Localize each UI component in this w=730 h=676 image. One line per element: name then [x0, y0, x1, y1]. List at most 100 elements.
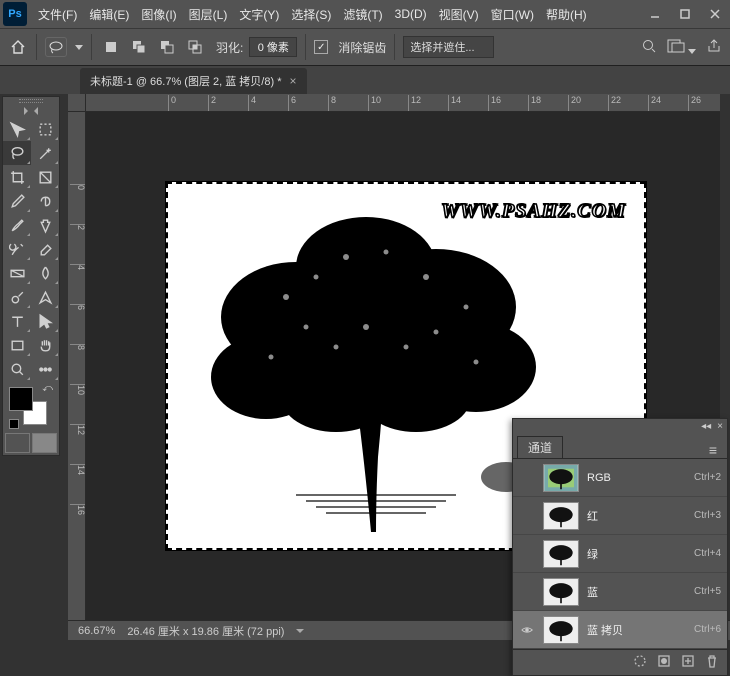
antialias-checkbox[interactable]: ✓	[314, 40, 328, 54]
default-colors-icon[interactable]	[9, 419, 19, 429]
tool-lasso[interactable]	[3, 141, 31, 165]
visibility-toggle[interactable]	[519, 622, 535, 638]
delete-channel-icon[interactable]	[705, 654, 719, 671]
swap-colors-icon[interactable]: ⤺	[42, 383, 53, 394]
tool-pen[interactable]	[31, 285, 59, 309]
tool-zoom[interactable]	[3, 357, 31, 381]
selection-add-icon[interactable]	[128, 36, 150, 58]
menu-帮助[interactable]: 帮助(H)	[540, 0, 593, 28]
menu-滤镜[interactable]: 滤镜(T)	[337, 0, 388, 28]
save-selection-icon[interactable]	[657, 654, 671, 671]
channel-name: 红	[587, 508, 686, 524]
tool-eyedropper[interactable]	[3, 189, 31, 213]
ruler-horizontal[interactable]: 0246810121416182022242628	[86, 94, 720, 112]
tool-dodge[interactable]	[3, 285, 31, 309]
tool-slice[interactable]	[31, 165, 59, 189]
tab-close-icon[interactable]: ×	[289, 74, 296, 88]
channel-name: 蓝	[587, 584, 686, 600]
ruler-origin[interactable]	[68, 94, 86, 112]
channel-row-蓝 拷贝[interactable]: 蓝 拷贝Ctrl+6	[513, 611, 727, 649]
channel-name: 蓝 拷贝	[587, 622, 686, 638]
ruler-h-tick: 26	[688, 95, 701, 112]
channel-row-RGB[interactable]: RGBCtrl+2	[513, 459, 727, 497]
tool-eraser[interactable]	[31, 237, 59, 261]
menu-窗口[interactable]: 窗口(W)	[485, 0, 540, 28]
menu-图层[interactable]: 图层(L)	[183, 0, 234, 28]
panel-close-icon[interactable]: ×	[717, 421, 723, 432]
menu-选择[interactable]: 选择(S)	[285, 0, 337, 28]
menu-文字[interactable]: 文字(Y)	[233, 0, 285, 28]
document-dimensions[interactable]: 26.46 厘米 x 19.86 厘米 (72 ppi)	[127, 623, 284, 639]
ruler-h-tick: 6	[288, 95, 296, 112]
tool-move[interactable]	[3, 117, 31, 141]
tool-history-brush[interactable]	[3, 237, 31, 261]
ruler-v-tick: 12	[70, 424, 86, 435]
toolbox-grip[interactable]	[3, 97, 59, 105]
channel-row-红[interactable]: 红Ctrl+3	[513, 497, 727, 535]
tool-preset-picker[interactable]	[45, 37, 67, 57]
close-button[interactable]	[700, 0, 730, 28]
ruler-h-tick: 14	[448, 95, 461, 112]
channels-tab[interactable]: 通道	[517, 436, 563, 458]
menu-编辑[interactable]: 编辑(E)	[83, 0, 135, 28]
ruler-h-tick: 22	[608, 95, 621, 112]
visibility-toggle[interactable]	[519, 546, 535, 562]
feather-input[interactable]	[249, 37, 297, 57]
ruler-h-tick: 2	[208, 95, 216, 112]
channel-thumbnail	[543, 540, 579, 568]
tool-hand[interactable]	[31, 333, 59, 357]
zoom-level[interactable]: 66.67%	[78, 625, 115, 637]
tool-gradient[interactable]	[3, 261, 31, 285]
menu-3d[interactable]: 3D(D)	[389, 0, 433, 28]
tool-path-select[interactable]	[31, 309, 59, 333]
foreground-color[interactable]	[9, 387, 33, 411]
status-menu-caret[interactable]	[296, 629, 304, 633]
home-button[interactable]	[8, 37, 28, 57]
channel-row-绿[interactable]: 绿Ctrl+4	[513, 535, 727, 573]
maximize-button[interactable]	[670, 0, 700, 28]
minimize-button[interactable]	[640, 0, 670, 28]
tool-edit-toolbar[interactable]	[31, 357, 59, 381]
channel-shortcut: Ctrl+4	[694, 548, 721, 559]
channel-shortcut: Ctrl+2	[694, 472, 721, 483]
channel-thumbnail	[543, 464, 579, 492]
selection-subtract-icon[interactable]	[156, 36, 178, 58]
menu-视图[interactable]: 视图(V)	[433, 0, 485, 28]
ruler-h-tick: 10	[368, 95, 381, 112]
tool-clone[interactable]	[31, 213, 59, 237]
color-swatches[interactable]: ⤺	[3, 381, 59, 431]
tool-artboard[interactable]	[31, 117, 59, 141]
channel-row-蓝[interactable]: 蓝Ctrl+5	[513, 573, 727, 611]
panel-menu-icon[interactable]: ≡	[703, 442, 723, 458]
tool-rectangle[interactable]	[3, 333, 31, 357]
workspace-switcher-icon[interactable]	[667, 38, 696, 57]
toolbox-collapse-toggle[interactable]	[3, 105, 59, 117]
ruler-v-tick: 10	[70, 384, 86, 395]
selection-new-icon[interactable]	[100, 36, 122, 58]
panel-collapse-icon[interactable]: ◂◂	[701, 421, 711, 432]
ruler-h-tick: 16	[488, 95, 501, 112]
tool-healing[interactable]	[31, 189, 59, 213]
tool-crop[interactable]	[3, 165, 31, 189]
share-icon[interactable]	[706, 38, 722, 57]
tool-preset-caret[interactable]	[75, 45, 83, 50]
tool-magic-wand[interactable]	[31, 141, 59, 165]
visibility-toggle[interactable]	[519, 508, 535, 524]
tool-type[interactable]	[3, 309, 31, 333]
visibility-toggle[interactable]	[519, 584, 535, 600]
menu-文件[interactable]: 文件(F)	[32, 0, 83, 28]
tool-brush[interactable]	[3, 213, 31, 237]
selection-intersect-icon[interactable]	[184, 36, 206, 58]
ruler-v-tick: 4	[70, 264, 86, 270]
document-tab[interactable]: 未标题-1 @ 66.7% (图层 2, 蓝 拷贝/8) * ×	[80, 68, 307, 94]
ruler-vertical[interactable]: 0246810121416	[68, 112, 86, 622]
ruler-h-tick: 20	[568, 95, 581, 112]
search-icon[interactable]	[641, 38, 657, 57]
load-selection-icon[interactable]	[633, 654, 647, 671]
visibility-toggle[interactable]	[519, 470, 535, 486]
select-and-mask-button[interactable]: 选择并遮住...	[403, 36, 493, 58]
quick-mask-toggle[interactable]	[3, 431, 59, 455]
new-channel-icon[interactable]	[681, 654, 695, 671]
tool-blur[interactable]	[31, 261, 59, 285]
menu-图像[interactable]: 图像(I)	[135, 0, 182, 28]
